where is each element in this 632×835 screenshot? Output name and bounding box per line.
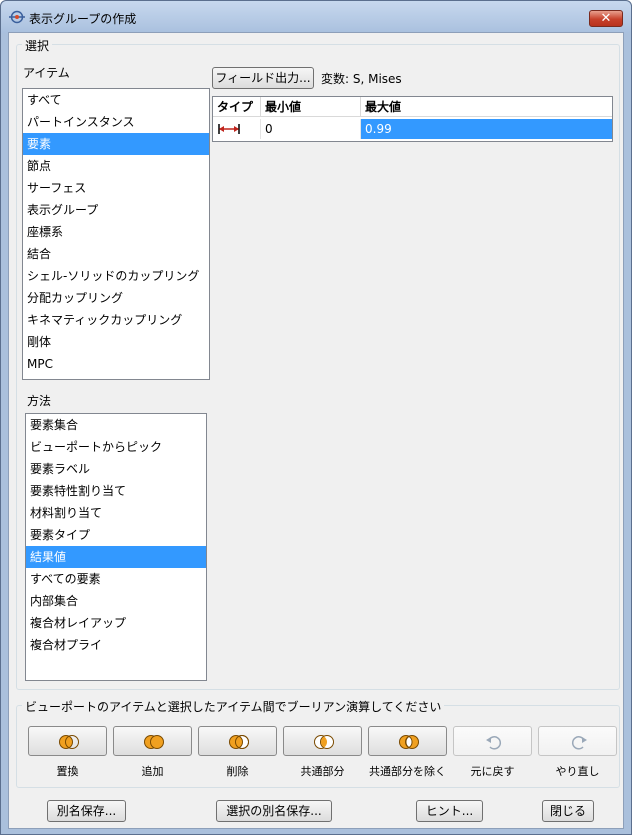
title-bar[interactable]: 表示グループの作成 ✕ xyxy=(1,1,631,33)
boolean-button-label: 追加 xyxy=(141,765,164,778)
variable-text: 変数: S, Mises xyxy=(321,72,402,86)
boolean-group: ビューポートのアイテムと選択したアイテム間でブーリアン演算してください 置換 追加… xyxy=(16,698,620,788)
boolean-button-label: 削除 xyxy=(226,765,249,778)
method-list-item[interactable]: 複合材プライ xyxy=(26,634,206,656)
items-list[interactable]: すべて パートインスタンス 要素 節点 サーフェス 表示グループ 座標系 結合 シェル-ソリッド… xyxy=(22,88,210,380)
selection-group: 選択 アイテム すべて パートインスタンス 要素 節点 サーフェス 表示グループ 座標系 結合… xyxy=(16,37,620,690)
criteria-table: タイプ 最小値 最大値 0 0.99 xyxy=(212,96,613,142)
boolean-button-label: 共通部分 xyxy=(300,765,345,778)
method-list-item[interactable]: すべての要素 xyxy=(26,568,206,590)
close-icon: ✕ xyxy=(600,11,612,26)
min-value-cell[interactable]: 0 xyxy=(261,119,361,139)
undo-icon xyxy=(486,736,502,750)
items-list-item[interactable]: すべて xyxy=(23,89,209,111)
range-icon xyxy=(218,124,240,134)
close-button[interactable]: 閉じる xyxy=(542,800,594,822)
boolean-legend: ビューポートのアイテムと選択したアイテム間でブーリアン演算してください xyxy=(22,698,445,715)
header-type: タイプ xyxy=(213,97,261,117)
range-type-cell[interactable] xyxy=(213,119,261,139)
items-list-item[interactable]: MPC xyxy=(23,353,209,375)
boolean-exclusive-or-button[interactable] xyxy=(368,726,447,756)
items-list-item[interactable]: 剛体 xyxy=(23,331,209,353)
redo-icon xyxy=(571,736,587,750)
boolean-button-label: 元に戻す xyxy=(470,765,515,778)
items-list-item[interactable]: 結合 xyxy=(23,243,209,265)
boolean-intersect-button[interactable] xyxy=(283,726,362,756)
intersect-icon xyxy=(314,735,334,749)
items-list-item[interactable]: 要素 xyxy=(23,133,209,155)
method-label: 方法 xyxy=(27,394,52,408)
method-list-item[interactable]: 要素タイプ xyxy=(26,524,206,546)
boolean-button-label: やり直し xyxy=(555,765,600,778)
remove-icon xyxy=(229,735,249,749)
items-list-item[interactable]: キネマティックカップリング xyxy=(23,309,209,331)
items-list-item[interactable]: パートインスタンス xyxy=(23,111,209,133)
boolean-undo-button[interactable] xyxy=(453,726,532,756)
items-list-item[interactable]: 分配カップリング xyxy=(23,287,209,309)
method-list[interactable]: 要素集合 ビューポートからピック 要素ラベル 要素特性割り当て 材料割り当て 要素タイプ結… xyxy=(25,413,207,681)
method-list-item[interactable]: 複合材レイアップ xyxy=(26,612,206,634)
method-list-item[interactable]: 内部集合 xyxy=(26,590,206,612)
selection-legend: 選択 xyxy=(22,37,53,54)
items-label: アイテム xyxy=(23,66,70,80)
save-as-button[interactable]: 別名保存... xyxy=(47,800,126,822)
items-list-item[interactable]: 表示グループ xyxy=(23,199,209,221)
boolean-union-button[interactable] xyxy=(113,726,192,756)
method-list-item[interactable]: 要素集合 xyxy=(26,414,206,436)
method-list-item[interactable]: 結果値 xyxy=(26,546,206,568)
boolean-button-label: 置換 xyxy=(56,765,79,778)
hint-button[interactable]: ヒント... xyxy=(416,800,483,822)
method-list-item[interactable]: 要素特性割り当て xyxy=(26,480,206,502)
items-list-item[interactable]: 節点 xyxy=(23,155,209,177)
dialog-window: 表示グループの作成 ✕ 選択 アイテム すべて パートインスタンス 要素 節点 サーフェ… xyxy=(0,0,632,835)
method-list-item[interactable]: 要素ラベル xyxy=(26,458,206,480)
dialog-body: 選択 アイテム すべて パートインスタンス 要素 節点 サーフェス 表示グループ 座標系 結合… xyxy=(8,32,624,829)
save-selection-as-button[interactable]: 選択の別名保存... xyxy=(216,800,332,822)
replace-icon xyxy=(59,735,79,749)
items-list-item[interactable]: 座標系 xyxy=(23,221,209,243)
boolean-replace-button[interactable] xyxy=(28,726,107,756)
method-list-item[interactable]: 材料割り当て xyxy=(26,502,206,524)
boolean-button-label: 共通部分を除く xyxy=(369,765,446,778)
union-icon xyxy=(144,735,164,749)
close-window-button[interactable]: ✕ xyxy=(589,10,623,27)
items-list-item[interactable]: サーフェス xyxy=(23,177,209,199)
method-list-item[interactable]: ビューポートからピック xyxy=(26,436,206,458)
boolean-remove-button[interactable] xyxy=(198,726,277,756)
header-min: 最小値 xyxy=(261,97,361,117)
header-max: 最大値 xyxy=(361,97,612,117)
items-list-item[interactable]: シェル-ソリッドのカップリング xyxy=(23,265,209,287)
field-output-button[interactable]: フィールド出力... xyxy=(212,67,314,89)
max-value-cell[interactable]: 0.99 xyxy=(361,119,612,139)
window-title: 表示グループの作成 xyxy=(29,12,137,26)
boolean-redo-button[interactable] xyxy=(538,726,617,756)
app-icon xyxy=(9,10,25,24)
exclusive-or-icon xyxy=(399,735,419,749)
